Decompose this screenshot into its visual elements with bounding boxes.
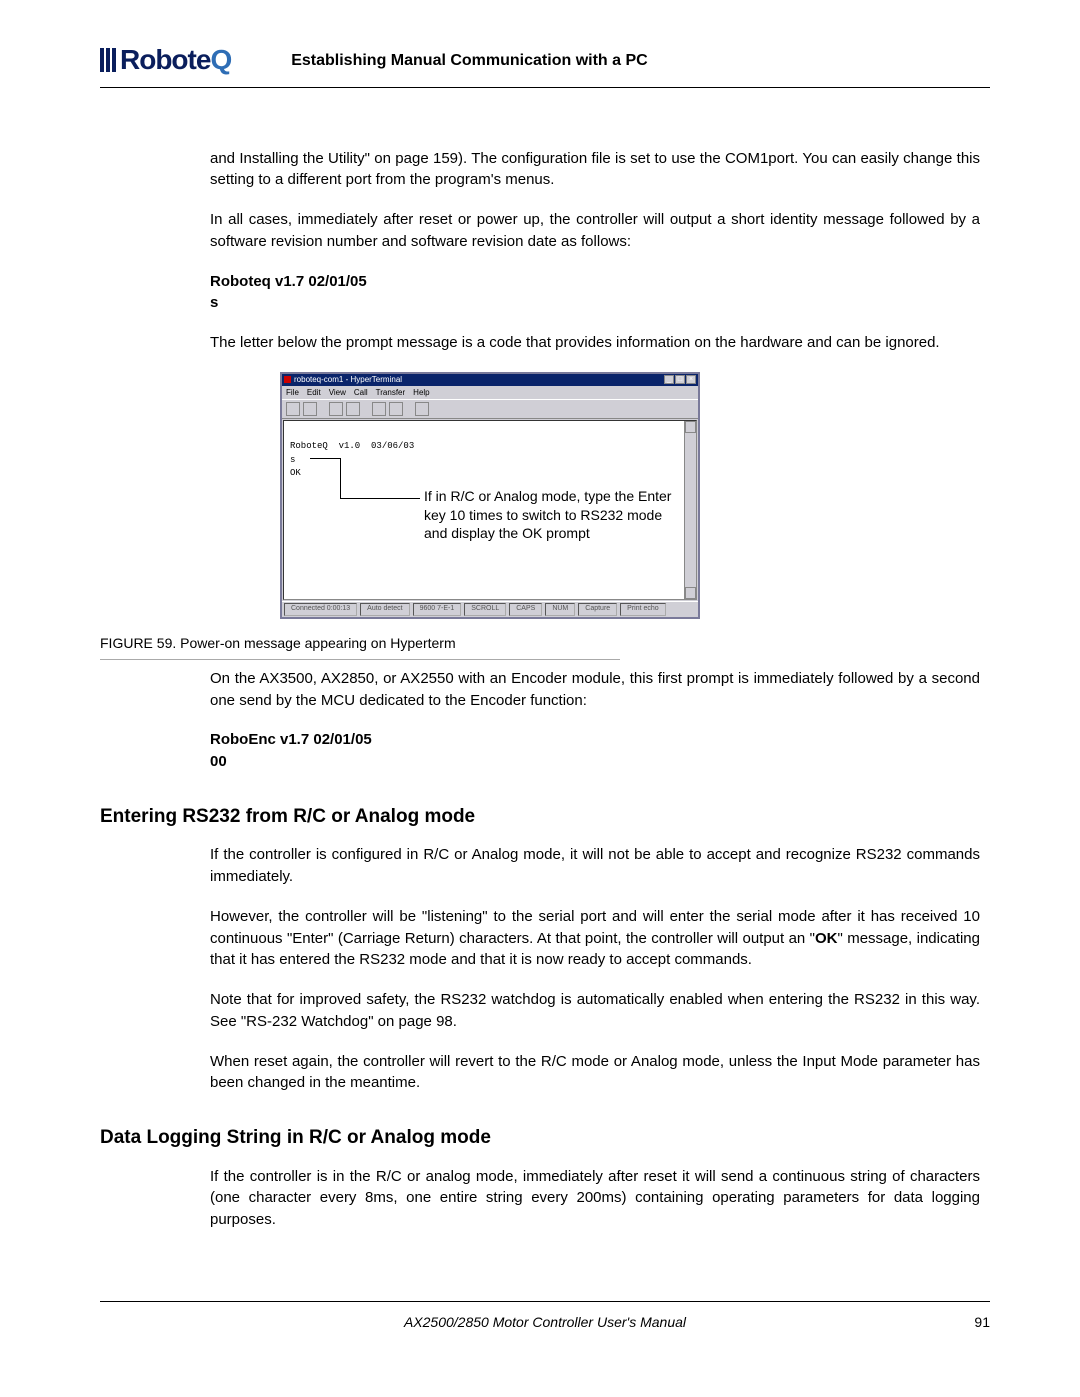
minimize-icon[interactable]: _ <box>664 375 674 384</box>
window-title: roboteq-com1 - HyperTerminal <box>294 374 402 386</box>
logo-bars-icon <box>100 48 116 72</box>
paragraph: The letter below the prompt message is a… <box>210 332 980 354</box>
maximize-icon[interactable]: □ <box>675 375 685 384</box>
status-cell: Auto detect <box>360 603 409 615</box>
figure: roboteq-com1 - HyperTerminal _ □ × File … <box>280 372 990 619</box>
logo-text-1: Robote <box>120 40 210 81</box>
menu-item[interactable]: Call <box>354 387 368 399</box>
scroll-down-icon[interactable] <box>685 587 696 599</box>
status-cell: Capture <box>578 603 617 615</box>
code-line: Roboteq v1.7 02/01/05 <box>210 271 980 293</box>
paragraph: If the controller is in the R/C or analo… <box>210 1166 980 1231</box>
toolbar-button[interactable] <box>372 402 386 416</box>
menu-item[interactable]: Help <box>413 387 429 399</box>
toolbar-button[interactable] <box>303 402 317 416</box>
page-number: 91 <box>974 1312 990 1332</box>
hyperterminal-window: roboteq-com1 - HyperTerminal _ □ × File … <box>280 372 700 619</box>
code-line: RoboEnc v1.7 02/01/05 <box>210 729 980 751</box>
toolbar <box>282 399 698 419</box>
menu-item[interactable]: File <box>286 387 299 399</box>
scroll-up-icon[interactable] <box>685 421 696 433</box>
callout-text: If in R/C or Analog mode, type the Enter… <box>424 487 674 542</box>
toolbar-button[interactable] <box>415 402 429 416</box>
menubar: File Edit View Call Transfer Help <box>282 386 698 400</box>
toolbar-button[interactable] <box>329 402 343 416</box>
callout-connector <box>310 458 416 498</box>
header-title: Establishing Manual Communication with a… <box>291 49 647 72</box>
figure-caption: FIGURE 59. Power-on message appearing on… <box>100 633 620 660</box>
logo-text-2: Q <box>210 40 231 81</box>
paragraph: However, the controller will be "listeni… <box>210 906 980 971</box>
status-cell: Connected 0:00:13 <box>284 603 357 615</box>
footer-title: AX2500/2850 Motor Controller User's Manu… <box>404 1312 686 1332</box>
close-icon[interactable]: × <box>686 375 696 384</box>
menu-item[interactable]: View <box>329 387 346 399</box>
logo: RoboteQ <box>100 40 231 81</box>
menu-item[interactable]: Transfer <box>376 387 406 399</box>
section-heading: Entering RS232 from R/C or Analog mode <box>100 803 990 831</box>
paragraph: If the controller is configured in R/C o… <box>210 844 980 888</box>
paragraph: Note that for improved safety, the RS232… <box>210 989 980 1033</box>
app-icon <box>284 376 291 383</box>
window-titlebar: roboteq-com1 - HyperTerminal _ □ × <box>282 374 698 386</box>
window-buttons: _ □ × <box>664 375 696 384</box>
statusbar: Connected 0:00:13 Auto detect 9600 7-E-1… <box>282 601 698 616</box>
paragraph-bold: OK <box>815 930 838 947</box>
paragraph: On the AX3500, AX2850, or AX2550 with an… <box>210 668 980 712</box>
paragraph: and Installing the Utility" on page 159)… <box>210 148 980 192</box>
page-footer: AX2500/2850 Motor Controller User's Manu… <box>100 1301 990 1332</box>
status-cell: 9600 7-E-1 <box>413 603 462 615</box>
toolbar-button[interactable] <box>286 402 300 416</box>
code-block: Roboteq v1.7 02/01/05 s <box>210 271 980 315</box>
scrollbar[interactable] <box>684 421 696 599</box>
code-line: s <box>210 292 980 314</box>
paragraph: In all cases, immediately after reset or… <box>210 209 980 253</box>
toolbar-button[interactable] <box>389 402 403 416</box>
status-cell: Print echo <box>620 603 666 615</box>
menu-item[interactable]: Edit <box>307 387 321 399</box>
terminal-line: OK <box>290 468 301 478</box>
terminal-content: RoboteQ v1.0 03/06/03 s OK If in R/C or … <box>283 420 697 600</box>
paragraph: When reset again, the controller will re… <box>210 1051 980 1095</box>
terminal-line: s <box>290 455 295 465</box>
code-line: 00 <box>210 751 980 773</box>
code-block: RoboEnc v1.7 02/01/05 00 <box>210 729 980 773</box>
status-cell: CAPS <box>509 603 542 615</box>
terminal-line: RoboteQ v1.0 03/06/03 <box>290 441 414 451</box>
section-heading: Data Logging String in R/C or Analog mod… <box>100 1124 990 1152</box>
page-header: RoboteQ Establishing Manual Communicatio… <box>100 40 990 88</box>
toolbar-button[interactable] <box>346 402 360 416</box>
status-cell: SCROLL <box>464 603 506 615</box>
status-cell: NUM <box>545 603 575 615</box>
